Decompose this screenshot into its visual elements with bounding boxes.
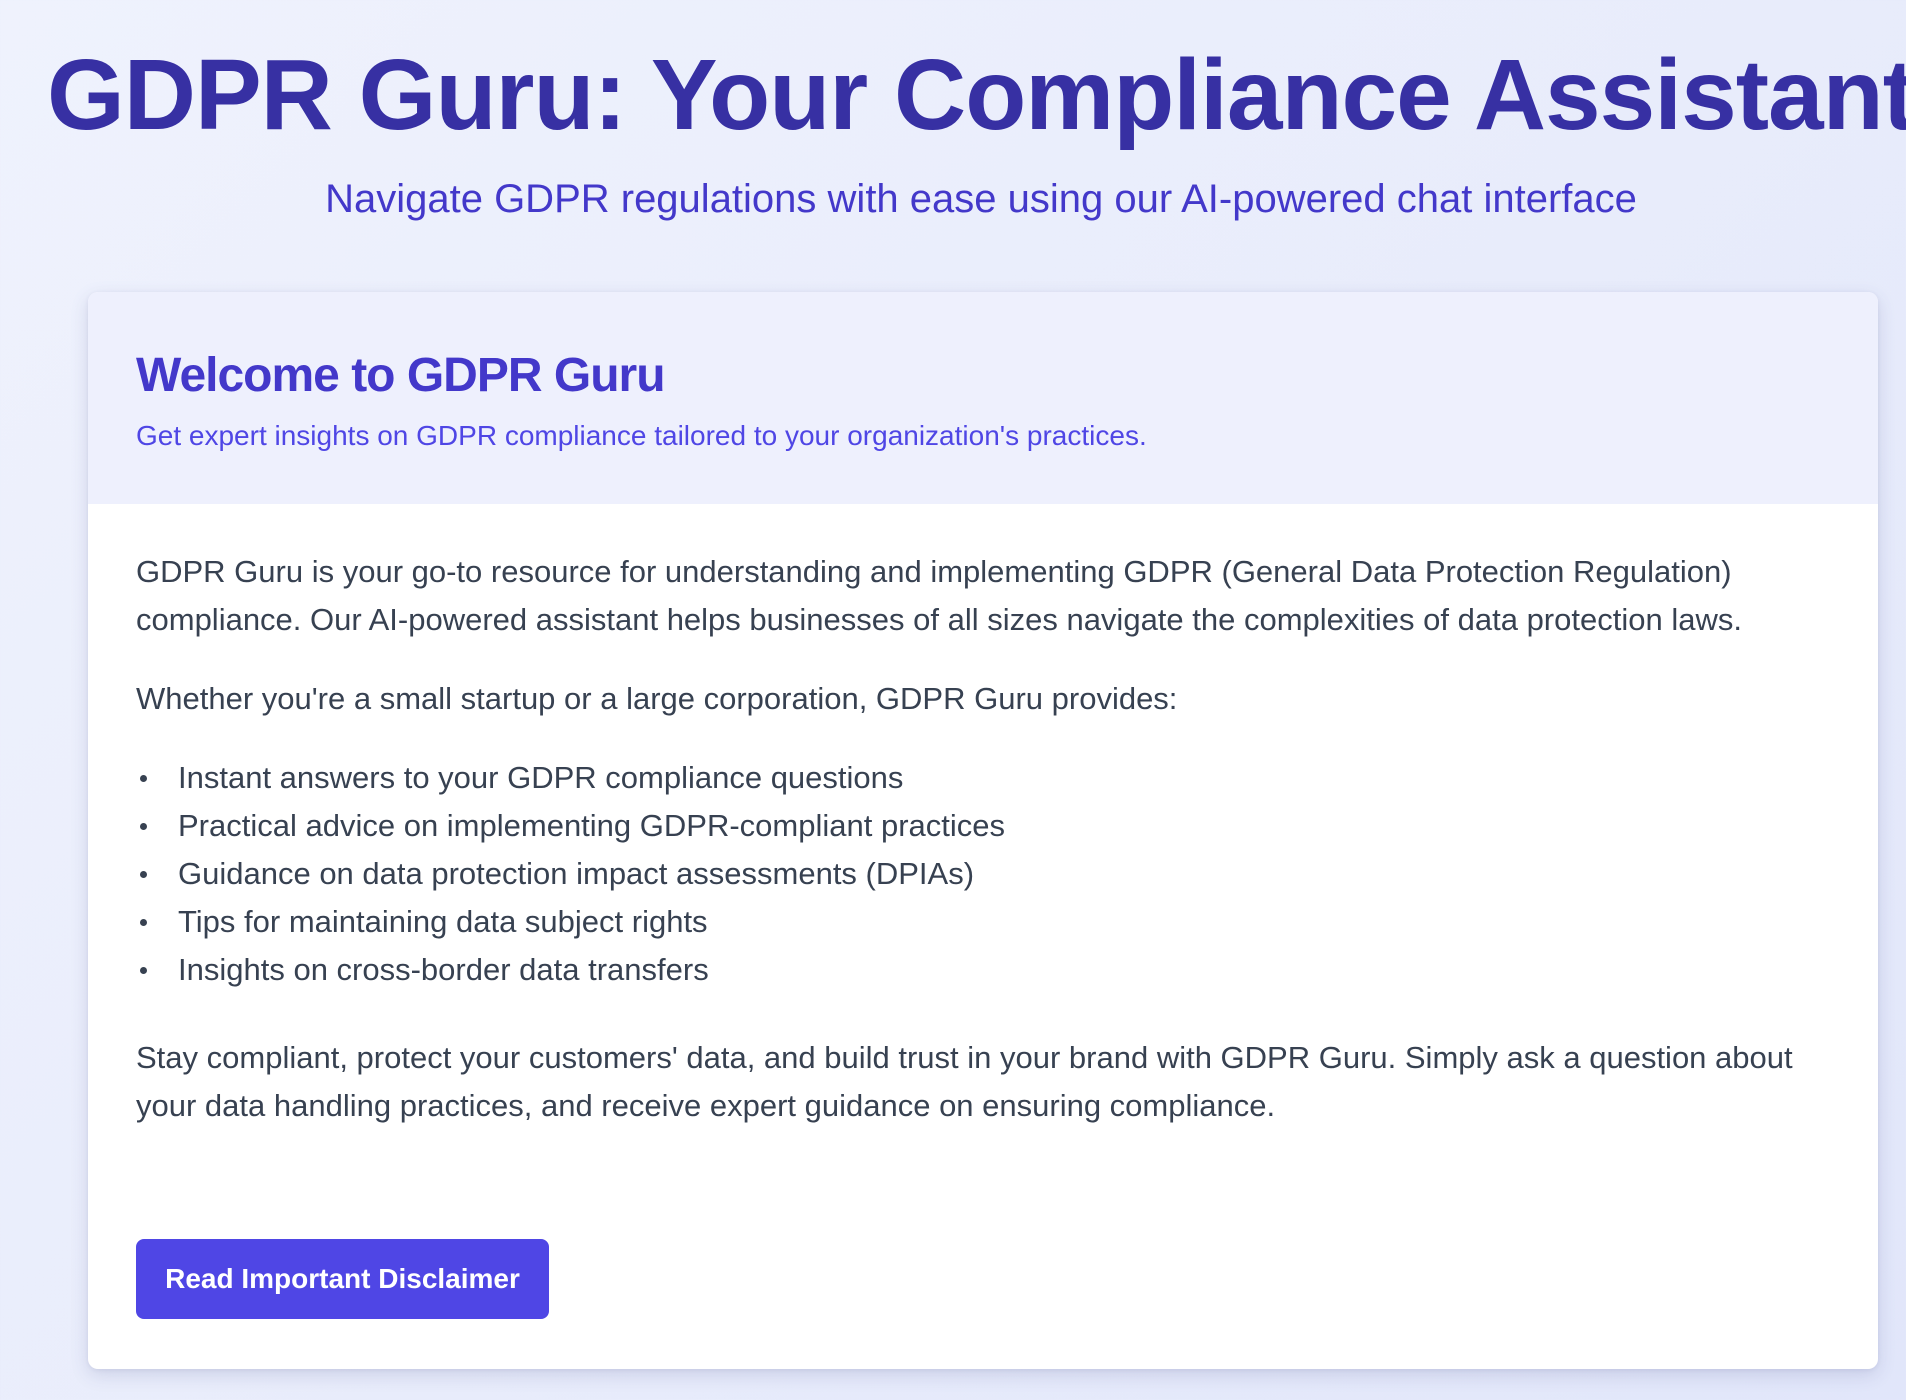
feature-list-item: Guidance on data protection impact asses…	[136, 850, 1836, 898]
closing-paragraph: Stay compliant, protect your customers' …	[136, 1040, 1793, 1123]
intro-paragraph: GDPR Guru is your go-to resource for und…	[136, 554, 1742, 637]
card-body: GDPR Guru is your go-to resource for und…	[136, 548, 1836, 1130]
feature-list-item: Insights on cross-border data transfers	[136, 946, 1836, 994]
feature-list-item: Instant answers to your GDPR compliance …	[136, 754, 1836, 802]
card-header: Welcome to GDPR Guru Get expert insights…	[88, 292, 1878, 504]
feature-list-item: Tips for maintaining data subject rights	[136, 898, 1836, 946]
page-title: GDPR Guru: Your Compliance Assistant	[46, 39, 1906, 151]
read-disclaimer-button[interactable]: Read Important Disclaimer	[136, 1239, 549, 1319]
features-lead-paragraph: Whether you're a small startup or a larg…	[136, 681, 1178, 716]
card-description: Get expert insights on GDPR compliance t…	[136, 420, 1147, 451]
card-title: Welcome to GDPR Guru	[136, 349, 666, 402]
feature-list: Instant answers to your GDPR compliance …	[136, 754, 1836, 994]
welcome-card: Welcome to GDPR Guru Get expert insights…	[88, 292, 1878, 1369]
feature-list-item: Practical advice on implementing GDPR-co…	[136, 802, 1836, 850]
page-subtitle: Navigate GDPR regulations with ease usin…	[325, 177, 1637, 221]
